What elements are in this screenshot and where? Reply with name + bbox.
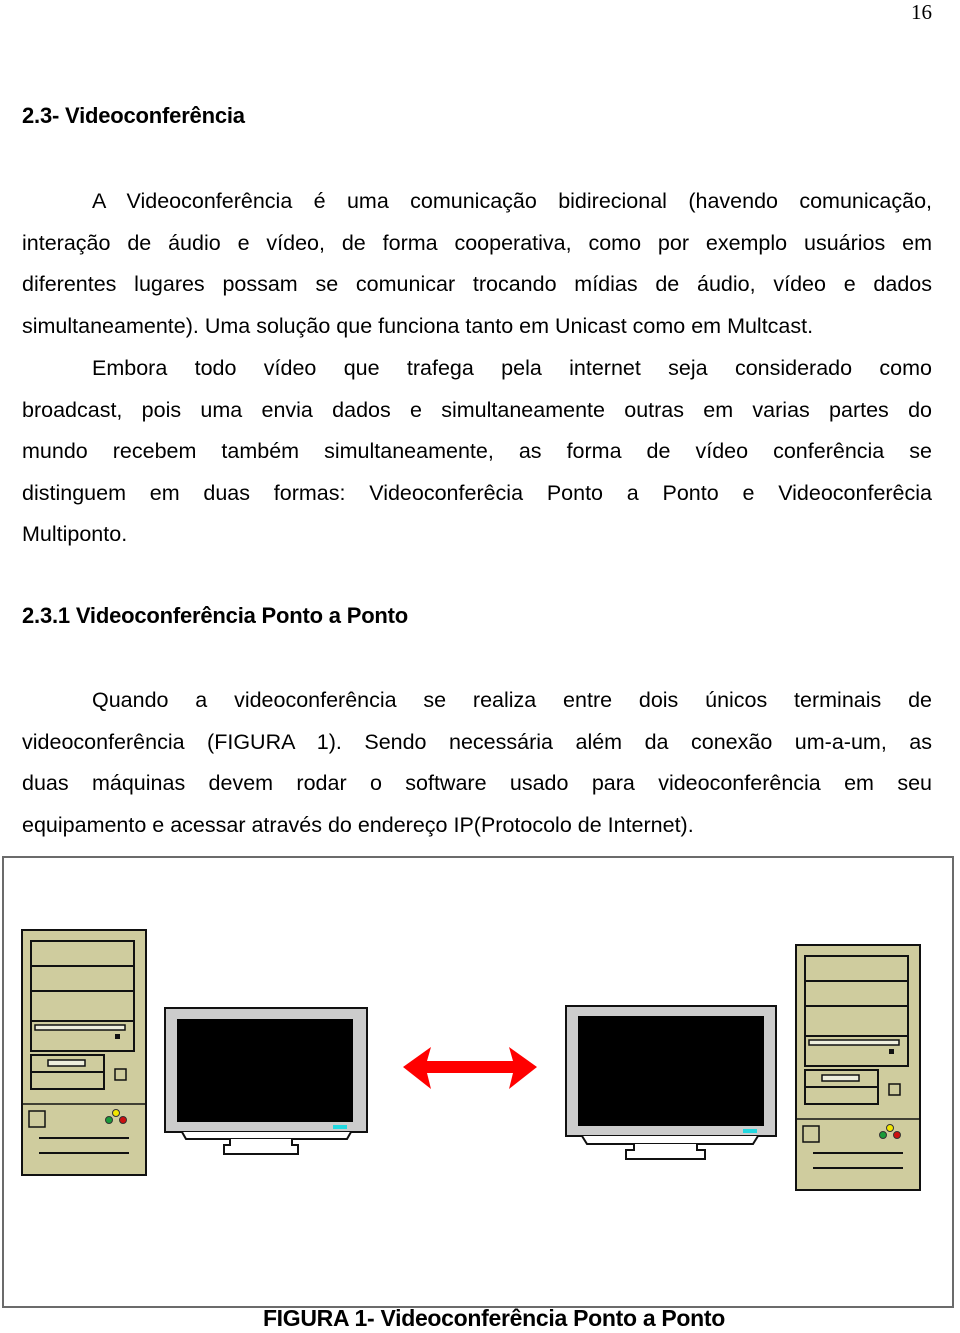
monitor-icon	[164, 1007, 368, 1155]
computer-tower-icon	[795, 944, 921, 1191]
bidirectional-arrow-icon	[403, 1047, 537, 1089]
computer-tower-icon	[21, 929, 147, 1176]
monitor-icon	[565, 1005, 777, 1160]
figure-diagram	[21, 929, 921, 1191]
figure-caption: FIGURA 1- Videoconferência Ponto a Ponto	[262, 1305, 726, 1331]
